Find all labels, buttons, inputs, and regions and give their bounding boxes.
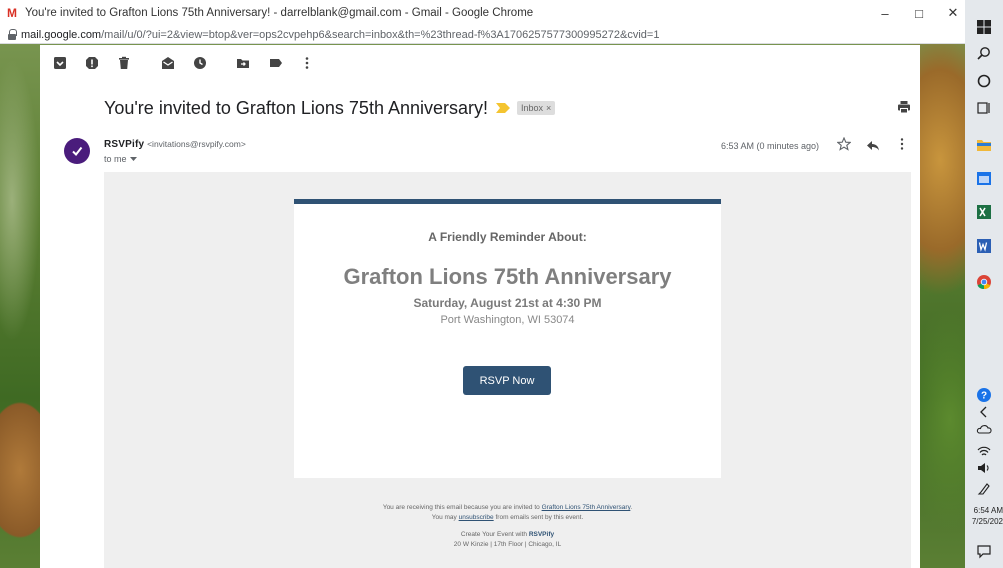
pen-icon[interactable] bbox=[976, 481, 992, 497]
email-timestamp: 6:53 AM (0 minutes ago) bbox=[721, 141, 820, 151]
print-icon[interactable] bbox=[897, 100, 911, 114]
search-icon[interactable] bbox=[976, 46, 992, 62]
gmail-window: You're invited to Grafton Lions 75th Ann… bbox=[40, 45, 920, 568]
browser-title-bar: M You're invited to Grafton Lions 75th A… bbox=[0, 0, 965, 26]
more-options-icon[interactable] bbox=[299, 55, 315, 71]
report-spam-icon[interactable] bbox=[84, 55, 100, 71]
sender-line: RSVPify <invitations@rsvpify.com> bbox=[104, 139, 246, 150]
help-icon[interactable]: ? bbox=[976, 387, 992, 403]
footer-create-line: Create Your Event with RSVPify bbox=[104, 530, 911, 540]
cortana-icon[interactable] bbox=[976, 73, 992, 89]
sender-avatar bbox=[64, 138, 90, 164]
address-bar[interactable]: mail.google.com/mail/u/0/?ui=2&view=btop… bbox=[0, 26, 965, 44]
footer-invite-line: You are receiving this email because you… bbox=[104, 503, 911, 513]
move-to-icon[interactable] bbox=[235, 55, 251, 71]
lock-icon[interactable] bbox=[7, 29, 17, 40]
maximize-button[interactable]: □ bbox=[902, 0, 936, 26]
file-explorer-icon[interactable] bbox=[976, 137, 992, 153]
task-view-icon[interactable] bbox=[976, 100, 992, 116]
message-more-icon[interactable] bbox=[897, 137, 907, 151]
recipient-details[interactable]: to me bbox=[104, 154, 137, 164]
email-body: A Friendly Reminder About: Grafton Lions… bbox=[104, 172, 911, 568]
wifi-icon[interactable] bbox=[976, 443, 992, 459]
archive-icon[interactable] bbox=[52, 55, 68, 71]
chrome-icon[interactable] bbox=[976, 274, 992, 290]
url-path[interactable]: /mail/u/0/?ui=2&view=btop&ver=ops2cvpehp… bbox=[101, 29, 659, 41]
email-subject: You're invited to Grafton Lions 75th Ann… bbox=[104, 97, 489, 118]
important-marker-icon[interactable] bbox=[496, 103, 511, 113]
minimize-button[interactable]: – bbox=[868, 0, 902, 26]
sender-email: <invitations@rsvpify.com> bbox=[147, 139, 246, 149]
footer-text: You are receiving this email because you… bbox=[382, 504, 542, 511]
inbox-label-text: Inbox bbox=[521, 103, 544, 113]
footer-unsubscribe-line: You may unsubscribe from emails sent by … bbox=[104, 513, 911, 523]
footer-text: from emails sent by this event. bbox=[493, 513, 584, 521]
volume-icon[interactable] bbox=[976, 460, 992, 476]
onedrive-icon[interactable] bbox=[976, 421, 992, 437]
event-title: Grafton Lions 75th Anniversary bbox=[343, 264, 672, 289]
star-icon[interactable] bbox=[837, 137, 851, 151]
subject-row: You're invited to Grafton Lions 75th Ann… bbox=[104, 95, 556, 121]
calendar-app-icon[interactable] bbox=[976, 170, 992, 186]
checkmark-icon bbox=[72, 146, 83, 157]
chevron-down-icon[interactable] bbox=[129, 156, 137, 162]
unsubscribe-link[interactable]: unsubscribe bbox=[459, 514, 494, 521]
footer-text: You may bbox=[431, 513, 459, 521]
recipient-text: to me bbox=[104, 154, 127, 164]
window-title: You're invited to Grafton Lions 75th Ann… bbox=[25, 7, 534, 19]
system-clock[interactable]: 6:54 AM 7/25/202 bbox=[965, 505, 1003, 527]
gmail-logo-icon: M bbox=[7, 6, 17, 20]
event-date: Saturday, August 21st at 4:30 PM bbox=[413, 296, 602, 310]
windows-start-icon[interactable] bbox=[976, 19, 992, 35]
clock-date: 7/25/202 bbox=[971, 517, 1003, 526]
notifications-icon[interactable] bbox=[976, 543, 992, 559]
footer-text: Create Your Event with bbox=[460, 531, 529, 538]
excel-icon[interactable] bbox=[976, 204, 992, 220]
email-footer: You are receiving this email because you… bbox=[104, 503, 911, 549]
rsvp-now-button[interactable]: RSVP Now bbox=[463, 366, 551, 395]
word-icon[interactable] bbox=[976, 238, 992, 254]
label-icon[interactable] bbox=[268, 55, 284, 71]
mark-unread-icon[interactable] bbox=[160, 55, 176, 71]
footer-text: . bbox=[630, 504, 633, 511]
url-host[interactable]: mail.google.com bbox=[21, 29, 101, 41]
chevron-left-icon[interactable] bbox=[976, 404, 992, 420]
snooze-icon[interactable] bbox=[192, 55, 208, 71]
event-link[interactable]: Grafton Lions 75th Anniversary bbox=[542, 504, 631, 511]
reminder-heading: A Friendly Reminder About: bbox=[428, 230, 587, 244]
sender-name[interactable]: RSVPify bbox=[104, 139, 144, 150]
footer-address: 20 W Kinzie | 17th Floor | Chicago, IL bbox=[453, 540, 562, 548]
reply-icon[interactable] bbox=[866, 138, 880, 152]
svg-text:?: ? bbox=[981, 391, 987, 402]
windows-taskbar: ? 6:54 AM 7/25/202 bbox=[965, 0, 1003, 568]
event-location: Port Washington, WI 53074 bbox=[440, 314, 575, 326]
clock-time: 6:54 AM bbox=[973, 506, 1003, 515]
rsvpify-brand-link[interactable]: RSVPify bbox=[529, 531, 554, 538]
delete-icon[interactable] bbox=[116, 55, 132, 71]
invitation-card: A Friendly Reminder About: Grafton Lions… bbox=[294, 199, 721, 478]
message-toolbar bbox=[40, 45, 920, 81]
remove-label-icon[interactable]: × bbox=[546, 103, 551, 113]
inbox-label[interactable]: Inbox × bbox=[517, 101, 556, 115]
